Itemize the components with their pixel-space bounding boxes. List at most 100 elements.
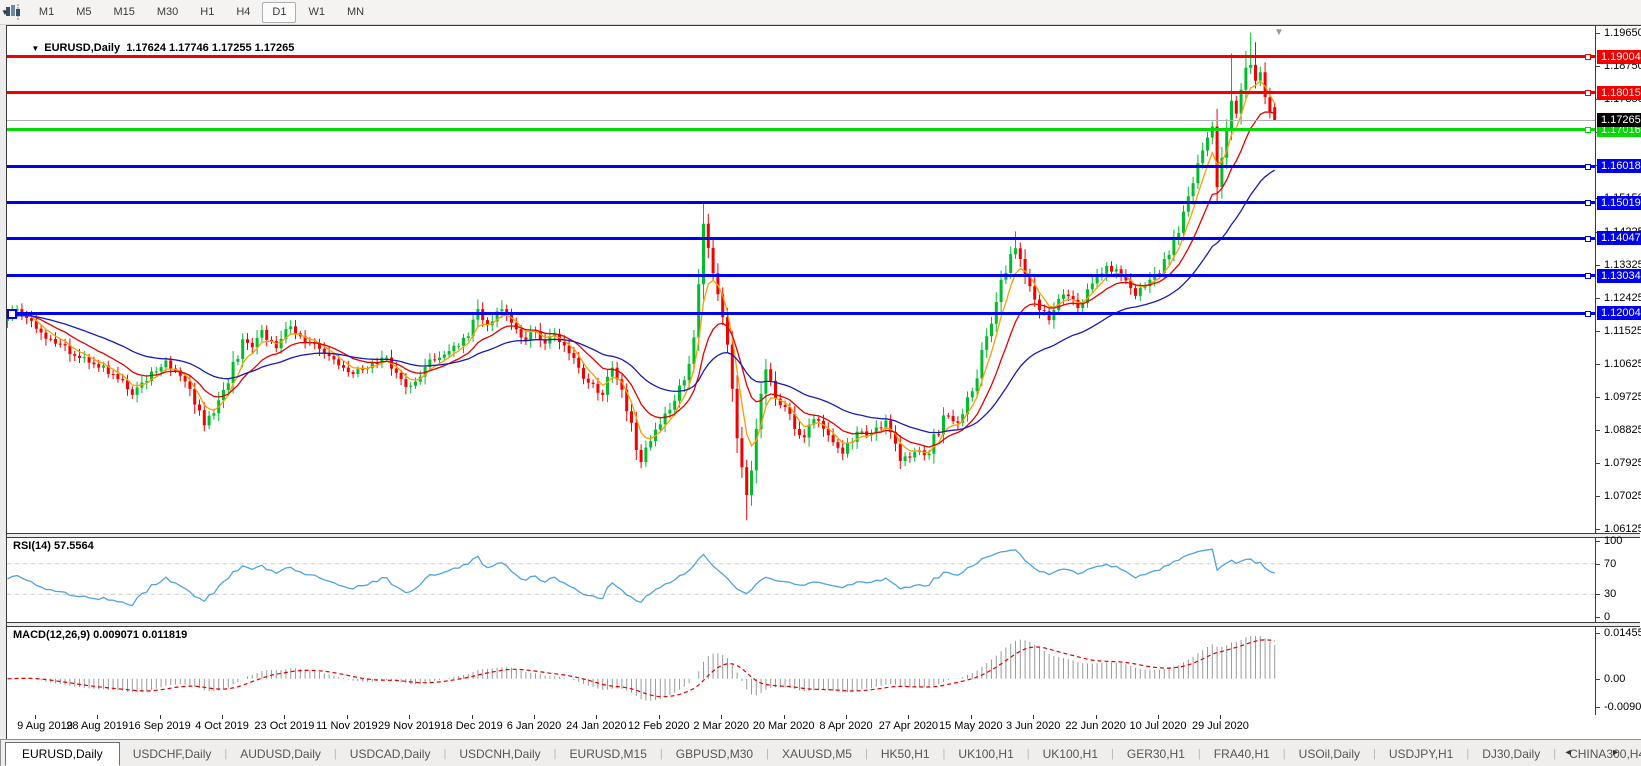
rsi-tick[interactable]: 70 <box>1596 558 1641 570</box>
price-tick[interactable]: 1.07925 <box>1596 457 1641 469</box>
date-label: 18 Dec 2019 <box>440 720 503 732</box>
line-handle[interactable] <box>1585 273 1591 280</box>
price-tick[interactable]: 1.09725 <box>1596 391 1641 403</box>
horizontal-level-line[interactable] <box>7 200 1595 207</box>
timeframe-button-h1[interactable]: H1 <box>190 2 224 23</box>
date-label: 11 Nov 2019 <box>316 720 378 732</box>
date-tick <box>471 715 473 719</box>
price-chart-canvas[interactable] <box>7 26 1595 533</box>
line-handle[interactable] <box>1585 163 1591 170</box>
line-handle[interactable] <box>1585 310 1591 317</box>
tab-xauusd-m5[interactable]: XAUUSD,M5 <box>769 743 865 765</box>
current-price-badge: 1.17265 <box>1597 113 1641 128</box>
timeframe-button-m30[interactable]: M30 <box>147 2 188 23</box>
line-handle[interactable] <box>1585 90 1591 97</box>
macd-chart-canvas[interactable] <box>7 627 1595 715</box>
symbol-dropdown-icon[interactable]: ▼ <box>31 44 39 53</box>
date-tick <box>534 715 535 719</box>
date-label: 20 Mar 2020 <box>752 720 815 732</box>
tab-eurusd-m15[interactable]: EURUSD,M15 <box>557 743 660 765</box>
horizontal-level-line[interactable] <box>7 127 1595 134</box>
price-level-badge: 1.14047 <box>1597 231 1641 246</box>
date-label: 29 Jul 2020 <box>1191 720 1249 732</box>
line-handle[interactable] <box>7 308 17 319</box>
tab-usdcnh-daily[interactable]: USDCNH,Daily <box>446 743 553 765</box>
chart-window[interactable]: ▼ EURUSD,Daily 1.17624 1.17746 1.17255 1.… <box>6 25 1641 740</box>
date-label: 12 Feb 2020 <box>627 720 690 732</box>
date-label: 4 Oct 2019 <box>195 720 249 732</box>
date-tick <box>596 715 598 719</box>
timeframe-button-m5[interactable]: M5 <box>66 2 101 23</box>
horizontal-level-line[interactable] <box>7 235 1595 242</box>
price-tick[interactable]: 1.06125 <box>1596 523 1641 535</box>
chart-shift-marker[interactable]: ▼ <box>1274 27 1284 38</box>
rsi-tick[interactable]: 100 <box>1596 535 1641 547</box>
macd-tick[interactable]: 0.00 <box>1596 673 1641 685</box>
tab-fra40-h1[interactable]: FRA40,H1 <box>1201 743 1283 765</box>
rsi-indicator-label: RSI(14) 57.5564 <box>13 540 94 552</box>
macd-tick[interactable]: 0.014556 <box>1596 627 1641 639</box>
tab-uk100-h1[interactable]: UK100,H1 <box>1030 743 1111 765</box>
date-label: 6 Jan 2020 <box>506 720 562 732</box>
tab-scroll-arrows[interactable]: ◄ ► <box>1564 747 1638 757</box>
timeframe-button-m1[interactable]: M1 <box>29 2 64 23</box>
tab-gbpusd-m30[interactable]: GBPUSD,M30 <box>663 743 766 765</box>
price-level-badge: 1.16018 <box>1597 159 1641 174</box>
line-handle[interactable] <box>1585 54 1591 61</box>
date-tick <box>1158 715 1159 719</box>
tab-dj30-daily[interactable]: DJ30,Daily <box>1469 743 1553 765</box>
price-tick[interactable]: 1.12425 <box>1596 292 1641 304</box>
tab-eurusd-daily[interactable]: EURUSD,Daily <box>5 742 120 766</box>
tab-usoil-daily[interactable]: USOil,Daily <box>1286 743 1373 765</box>
rsi-tick[interactable]: 0 <box>1596 611 1641 623</box>
date-tick <box>658 715 660 719</box>
tab-usdchf-daily[interactable]: USDCHF,Daily <box>120 743 225 765</box>
line-handle[interactable] <box>1585 235 1591 242</box>
date-tick <box>222 715 223 719</box>
timeframe-button-m15[interactable]: M15 <box>103 2 144 23</box>
horizontal-level-line[interactable] <box>7 273 1595 280</box>
horizontal-level-line[interactable] <box>7 308 1595 319</box>
tab-ger30-h1[interactable]: GER30,H1 <box>1114 743 1198 765</box>
trading-platform-window: ▼ M1 M5 M15 M30 H1 H4 D1 W1 MN ▼ EURUSD,Daily 1.1… <box>0 0 1641 766</box>
date-tick <box>34 715 36 719</box>
date-tick <box>97 715 99 719</box>
chart-switch-icon[interactable] <box>4 4 22 20</box>
timeframe-button-h4[interactable]: H4 <box>226 2 260 23</box>
date-tick <box>908 715 910 719</box>
timeframe-button-mn[interactable]: MN <box>337 2 374 23</box>
date-label: 28 Aug 2019 <box>66 720 129 732</box>
price-tick[interactable]: 1.11525 <box>1596 325 1641 337</box>
tab-hk50-h1[interactable]: HK50,H1 <box>868 743 943 765</box>
price-tick[interactable]: 1.10625 <box>1596 358 1641 370</box>
price-level-badge: 1.18015 <box>1597 85 1641 100</box>
macd-indicator-label: MACD(12,26,9) 0.009071 0.011819 <box>13 629 188 641</box>
price-tick[interactable]: 1.07025 <box>1596 490 1641 502</box>
current-price-line <box>7 120 1595 122</box>
chart-title-ohlc: 1.17624 1.17746 1.17255 1.17265 <box>126 42 295 54</box>
line-handle[interactable] <box>1585 200 1591 207</box>
tab-uk100-h1[interactable]: UK100,H1 <box>945 743 1026 765</box>
price-level-badge: 1.12004 <box>1597 306 1641 321</box>
horizontal-level-line[interactable] <box>7 90 1595 97</box>
horizontal-level-line[interactable] <box>7 163 1595 170</box>
tab-usdcad-daily[interactable]: USDCAD,Daily <box>337 743 444 765</box>
time-axis[interactable]: 9 Aug 2019 28 Aug 2019 16 Sep 2019 4 Oct 20… <box>7 715 1595 737</box>
date-tick <box>409 715 411 719</box>
price-tick[interactable]: 1.19650 <box>1596 27 1641 39</box>
tab-usdjpy-h1[interactable]: USDJPY,H1 <box>1376 743 1466 765</box>
price-tick[interactable]: 1.08825 <box>1596 424 1641 436</box>
date-label: 23 Oct 2019 <box>254 720 315 732</box>
timeframe-button-w1[interactable]: W1 <box>298 2 335 23</box>
price-level-badge: 1.19004 <box>1597 49 1641 64</box>
timeframe-button-d1[interactable]: D1 <box>262 1 297 23</box>
date-tick <box>970 715 972 719</box>
line-handle[interactable] <box>1585 127 1591 134</box>
date-tick <box>1033 715 1035 719</box>
rsi-tick[interactable]: 30 <box>1596 588 1641 600</box>
tab-audusd-daily[interactable]: AUDUSD,Daily <box>227 743 334 765</box>
date-tick <box>284 715 286 719</box>
date-label: 24 Jan 2020 <box>566 720 627 732</box>
rsi-chart-canvas[interactable] <box>7 538 1595 622</box>
macd-tick[interactable]: -0.009001 <box>1596 701 1641 713</box>
